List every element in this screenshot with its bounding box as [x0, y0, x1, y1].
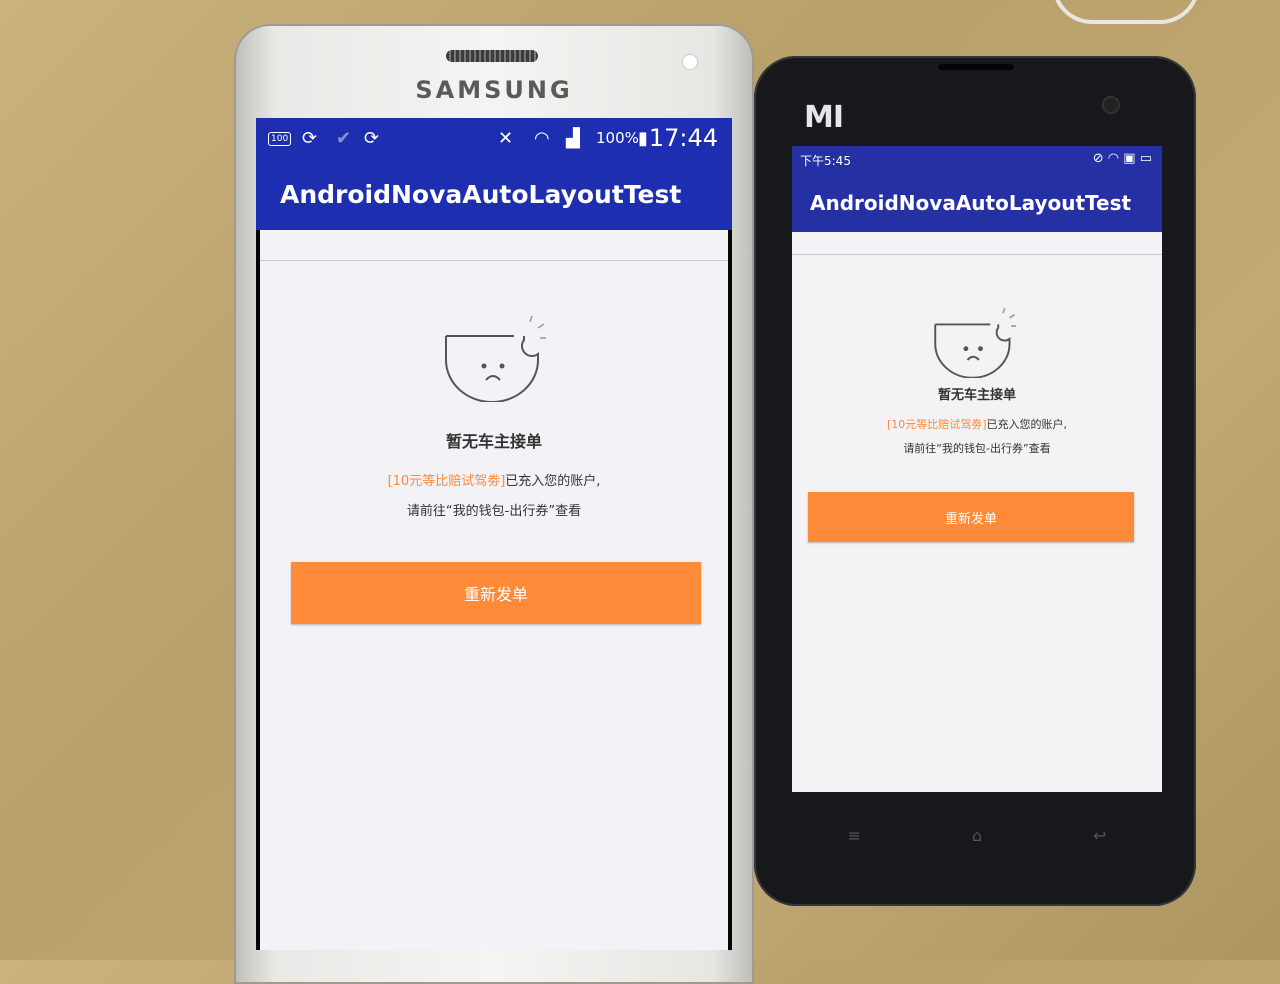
empty-title: 暂无车主接单	[445, 432, 542, 451]
status-bar: 下午5:45 ⊘ ◠ ▣ ▭	[792, 146, 1162, 174]
battery-icon: ▮	[638, 128, 648, 149]
coupon-name[interactable]: [10元等比赔试驾劵]	[887, 418, 987, 431]
signal-icon: ▟	[566, 128, 580, 149]
battery-percent: 100%	[596, 129, 639, 147]
app-bar: AndroidNovaAutoLayoutTest	[256, 160, 732, 230]
vibrate-mute-icon: ✕	[498, 128, 514, 149]
mi-logo: MI	[804, 100, 844, 135]
sync-icon: ⟳	[302, 128, 318, 149]
divider	[792, 254, 1162, 255]
battery-icon: ▭	[1139, 151, 1152, 166]
empty-state-page: 暂无车主接单 [10元等比赔试驾劵]已充入您的账户, 请前往“我的钱包-出行券”…	[260, 230, 728, 950]
empty-title: 暂无车主接单	[937, 388, 1016, 403]
speaker-grille	[446, 50, 538, 62]
hardware-keys: ≡ ⌂ ↩	[792, 826, 1162, 845]
sync-icon: ⟳	[364, 128, 380, 149]
samsung-screen: 100 ⟳ ✔ ⟳ ✕ ◠ ▟ 100% ▮ 17:44 AndroidNova…	[256, 118, 732, 950]
sim-icon: ▣	[1123, 151, 1136, 166]
app-bar: AndroidNovaAutoLayoutTest	[792, 174, 1162, 232]
empty-state-page: 暂无车主接单 [10元等比赔试驾劵]已充入您的账户, 请前往“我的钱包-出行券”…	[792, 232, 1162, 792]
menu-key-icon[interactable]: ≡	[848, 826, 861, 845]
coupon-message: [10元等比赔试驾劵]已充入您的账户,	[792, 416, 1162, 432]
resend-order-button[interactable]: 重新发单	[808, 492, 1134, 542]
coupon-text: 已充入您的账户,	[505, 474, 601, 489]
coupon-text: 已充入您的账户,	[986, 418, 1068, 431]
app-title: AndroidNovaAutoLayoutTest	[810, 191, 1132, 215]
earpiece	[938, 64, 1014, 70]
vibrate-mute-icon: ⊘	[1092, 151, 1104, 166]
xiaomi-screen: 下午5:45 ⊘ ◠ ▣ ▭ AndroidNovaAutoLayoutTest…	[792, 146, 1162, 792]
back-key-icon[interactable]: ↩	[1093, 826, 1106, 845]
home-key-icon[interactable]: ⌂	[972, 826, 982, 845]
coupon-name[interactable]: [10元等比赔试驾劵]	[388, 474, 506, 489]
divider	[260, 260, 728, 261]
samsung-logo: SAMSUNG	[415, 76, 573, 104]
status-icons: ⊘ ◠ ▣ ▭	[1093, 151, 1152, 166]
battery-saver-icon: 100	[268, 132, 292, 146]
status-bar: 100 ⟳ ✔ ⟳ ✕ ◠ ▟ 100% ▮ 17:44	[256, 118, 732, 160]
wifi-icon: ◠	[1107, 151, 1120, 166]
wallet-hint: 请前往“我的钱包-出行券”查看	[406, 504, 582, 519]
sad-face-icon	[445, 316, 546, 402]
wifi-icon: ◠	[534, 128, 550, 149]
check-icon: ✔	[336, 128, 352, 149]
app-title: AndroidNovaAutoLayoutTest	[280, 180, 682, 209]
coupon-message: [10元等比赔试驾劵]已充入您的账户,	[260, 470, 728, 489]
resend-order-button[interactable]: 重新发单	[291, 562, 701, 624]
wallet-hint: 请前往“我的钱包-出行券”查看	[903, 442, 1051, 455]
front-camera	[682, 54, 698, 70]
desk-cable	[1052, 0, 1200, 24]
clock: 17:44	[648, 124, 718, 152]
front-camera	[1102, 96, 1120, 114]
sad-face-icon	[934, 308, 1016, 378]
clock: 下午5:45	[800, 154, 851, 168]
